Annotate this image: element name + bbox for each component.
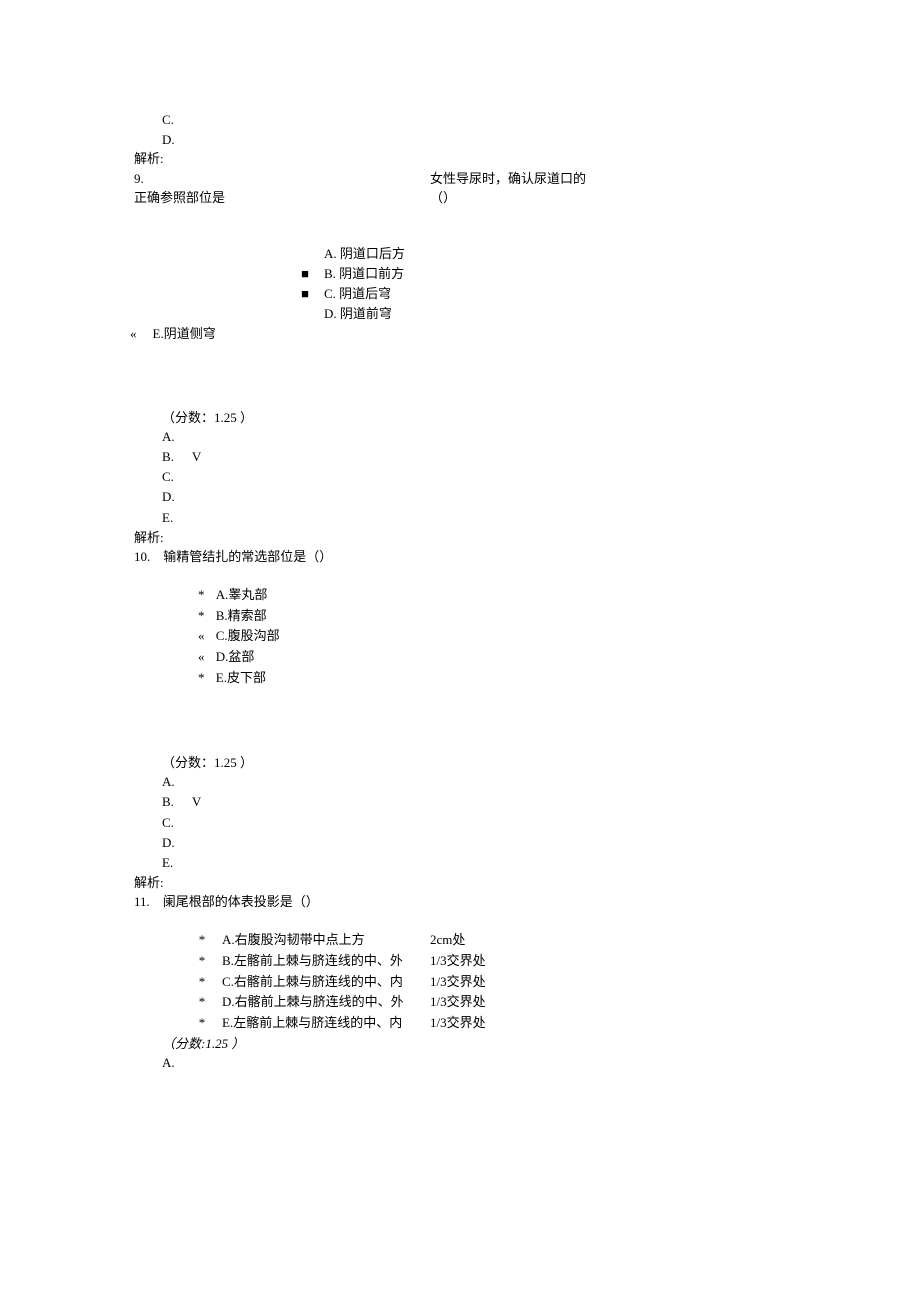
q10-option-c: « C.腹股沟部 [198,626,920,647]
asterisk-icon: * [198,992,206,1013]
q9-answer-c: C. [162,467,920,487]
q8-option-c: C. [162,110,920,130]
q10-option-b: * B.精索部 [198,606,920,627]
q10-answers: A. B. V C. D. E. [162,772,920,873]
q11-option-c: * C.右髂前上棘与脐连线的中、内 1/3交界处 [198,972,920,993]
option-text-tail: 1/3交界处 [430,1013,486,1034]
q10-stem: 10. 输精管结扎的常选部位是（） [134,547,920,567]
q10-option-a: * A.睾丸部 [198,585,920,606]
asterisk-icon: * [198,668,205,689]
q9-stem-right-2: （） [430,188,586,208]
q10-stem-text: 输精管结扎的常选部位是（） [163,549,332,564]
q9-option-d: D. 阴道前穹 [300,304,920,324]
q11-option-e: * E.左髂前上棘与脐连线的中、内 1/3交界处 [198,1013,920,1034]
q8-option-d: D. [162,130,920,150]
q9-answers: A. B. V C. D. E. [162,427,920,528]
option-text: A. 阴道口后方 [324,244,405,264]
option-text-main: D.右髂前上棘与脐连线的中、外 [222,992,414,1013]
q11-number: 11. [134,894,150,909]
asterisk-icon: * [198,972,206,993]
q9-option-b: ■ B. 阴道口前方 [300,264,920,284]
exam-page: C. D. 解析: 9. 正确参照部位是 女性导尿时，确认尿道口的 （） A. … [0,0,920,1133]
q11-answer-a: A. [162,1053,920,1073]
option-text: D. 阴道前穹 [324,304,392,324]
q11-options: * A.右腹股沟韧带中点上方 2cm处 * B.左髂前上棘与脐连线的中、外 1/… [198,930,920,1034]
chevron-left-icon: « [130,324,137,344]
q9-option-e: « E.阴道侧穹 [130,324,920,344]
option-text: B. 阴道口前方 [324,264,404,284]
q10-option-e: * E.皮下部 [198,668,920,689]
asterisk-icon: * [198,930,206,951]
option-text: E.皮下部 [216,668,266,689]
q10-number: 10. [134,549,150,564]
q9-score: （分数：1.25 ） [162,408,920,428]
square-bullet-icon: ■ [300,264,310,284]
asterisk-icon: * [198,606,205,627]
q9-answer-d: D. [162,487,920,507]
asterisk-icon: * [198,951,206,972]
q10-options: * A.睾丸部 * B.精索部 « C.腹股沟部 « D.盆部 * E.皮下部 [198,585,920,689]
q11-option-b: * B.左髂前上棘与脐连线的中、外 1/3交界处 [198,951,920,972]
asterisk-icon: * [198,1013,206,1034]
option-text: A.睾丸部 [216,585,268,606]
q9-option-a: A. 阴道口后方 [300,244,920,264]
q11-score: （分数:1.25 ） [162,1034,920,1054]
option-text: C.腹股沟部 [216,626,280,647]
option-text-tail: 1/3交界处 [430,992,486,1013]
option-text-main: A.右腹股沟韧带中点上方 [222,930,414,951]
option-text-main: E.左髂前上棘与脐连线的中、内 [222,1013,414,1034]
q9-option-c: ■ C. 阴道后穹 [300,284,920,304]
chevron-left-icon: « [198,626,205,647]
q9-analysis-label: 解析: [134,528,920,548]
q8-analysis-label: 解析: [134,149,920,169]
q9-stem-left: 正确参照部位是 [134,188,430,208]
option-text-tail: 1/3交界处 [430,972,486,993]
check-mark: V [192,447,201,467]
option-text-tail: 2cm处 [430,930,465,951]
option-text: C. 阴道后穹 [324,284,391,304]
option-text: E.阴道侧穹 [153,324,216,344]
q9-options: A. 阴道口后方 ■ B. 阴道口前方 ■ C. 阴道后穹 D. 阴道前穹 [300,244,920,325]
asterisk-icon: * [198,585,205,606]
option-text-main: B.左髂前上棘与脐连线的中、外 [222,951,414,972]
q10-answer-a: A. [162,772,920,792]
q10-answer-b: B. V [162,792,920,812]
option-text: B.精索部 [216,606,267,627]
option-text-main: C.右髂前上棘与脐连线的中、内 [222,972,414,993]
q11-stem: 11. 阑尾根部的体表投影是（） [134,892,920,912]
chevron-left-icon: « [198,647,205,668]
check-mark: V [192,792,201,812]
q11-option-d: * D.右髂前上棘与脐连线的中、外 1/3交界处 [198,992,920,1013]
q9-stem: 9. 正确参照部位是 女性导尿时，确认尿道口的 （） [0,169,920,208]
q10-analysis-label: 解析: [134,873,920,893]
q9-answer-b: B. V [162,447,920,467]
q10-answer-d: D. [162,833,920,853]
q10-score: （分数：1.25 ） [162,753,920,773]
option-text-tail: 1/3交界处 [430,951,486,972]
q11-stem-text: 阑尾根部的体表投影是（） [163,894,319,909]
q11-option-a: * A.右腹股沟韧带中点上方 2cm处 [198,930,920,951]
square-bullet-icon: ■ [300,284,310,304]
option-text: D.盆部 [216,647,255,668]
q10-option-d: « D.盆部 [198,647,920,668]
q9-stem-right-1: 女性导尿时，确认尿道口的 [430,169,586,189]
q9-number: 9. [134,169,430,189]
q9-answer-a: A. [162,427,920,447]
q10-answer-e: E. [162,853,920,873]
q9-answer-e: E. [162,508,920,528]
q10-answer-c: C. [162,813,920,833]
